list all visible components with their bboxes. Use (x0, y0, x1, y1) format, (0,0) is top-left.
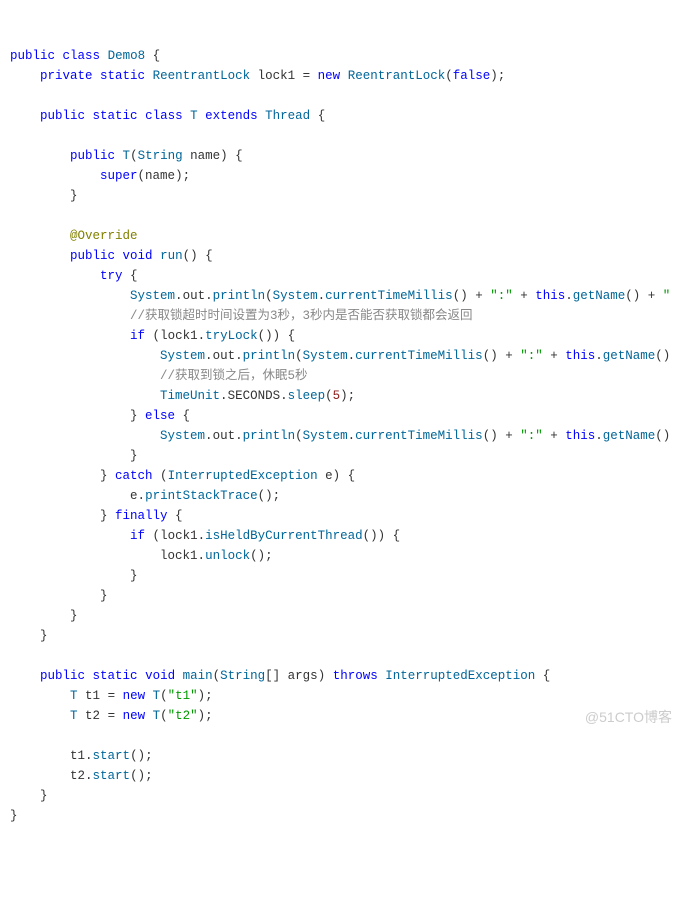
kw: public (70, 249, 115, 263)
kw: new (318, 69, 341, 83)
method: currentTimeMillis (355, 349, 483, 363)
field: out (213, 429, 236, 443)
method: tryLock (205, 329, 258, 343)
method: start (93, 749, 131, 763)
num: 5 (333, 389, 341, 403)
str: ":" (520, 429, 543, 443)
var: name (145, 169, 175, 183)
method: main (183, 669, 213, 683)
var: t2 (70, 769, 85, 783)
type: T (70, 709, 78, 723)
type: TimeUnit (160, 389, 220, 403)
type: System (303, 349, 348, 363)
kw: this (535, 289, 565, 303)
kw: new (123, 709, 146, 723)
var: t1 (85, 689, 100, 703)
type: T (153, 689, 161, 703)
var: e (130, 489, 138, 503)
kw: public (40, 669, 85, 683)
kw: public (10, 49, 55, 63)
method: printStackTrace (145, 489, 258, 503)
kw: this (565, 429, 595, 443)
str: "t1" (168, 689, 198, 703)
kw: extends (205, 109, 258, 123)
field: out (213, 349, 236, 363)
kw: throws (333, 669, 378, 683)
field: out (183, 289, 206, 303)
kw: this (565, 349, 595, 363)
comment: //获取锁超时时间设置为3秒，3秒内是否能否获取锁都会返回 (130, 309, 473, 323)
method: T (123, 149, 131, 163)
type: String (220, 669, 265, 683)
var: lock1 (258, 69, 296, 83)
annotation: @Override (70, 229, 138, 243)
type: T (190, 109, 198, 123)
str: ":" (520, 349, 543, 363)
kw: private (40, 69, 93, 83)
type: System (273, 289, 318, 303)
var: lock1 (160, 329, 198, 343)
method: getName (573, 289, 626, 303)
method: currentTimeMillis (325, 289, 453, 303)
method: getName (603, 429, 656, 443)
kw: catch (115, 469, 153, 483)
comment: //获取到锁之后，休眠5秒 (160, 369, 308, 383)
type: System (130, 289, 175, 303)
var: t1 (70, 749, 85, 763)
kw: if (130, 529, 145, 543)
type: System (160, 429, 205, 443)
type: ReentrantLock (348, 69, 446, 83)
kw: class (145, 109, 183, 123)
method: println (213, 289, 266, 303)
method: getName (603, 349, 656, 363)
type: System (160, 349, 205, 363)
var: lock1 (160, 549, 198, 563)
kw: void (123, 249, 153, 263)
method: start (93, 769, 131, 783)
field: SECONDS (228, 389, 281, 403)
type: Thread (265, 109, 310, 123)
kw: static (93, 669, 138, 683)
method: unlock (205, 549, 250, 563)
type: T (70, 689, 78, 703)
type: InterruptedException (385, 669, 535, 683)
param: args (288, 669, 318, 683)
method: isHeldByCurrentThread (205, 529, 363, 543)
type: Demo8 (108, 49, 146, 63)
kw: public (40, 109, 85, 123)
type: System (303, 429, 348, 443)
kw: super (100, 169, 138, 183)
str: ":" (490, 289, 513, 303)
kw: new (123, 689, 146, 703)
method: println (243, 349, 296, 363)
var: t2 (85, 709, 100, 723)
type: InterruptedException (168, 469, 318, 483)
method: println (243, 429, 296, 443)
kw: else (145, 409, 175, 423)
watermark: @51CTO博客 (585, 707, 672, 727)
code-block: public class Demo8 { private static Reen… (10, 46, 672, 826)
str: "t2" (168, 709, 198, 723)
var: lock1 (160, 529, 198, 543)
lit: false (453, 69, 491, 83)
var: e (325, 469, 333, 483)
method: sleep (288, 389, 326, 403)
kw: if (130, 329, 145, 343)
method: run (160, 249, 183, 263)
kw: public (70, 149, 115, 163)
type: String (138, 149, 183, 163)
kw: class (63, 49, 101, 63)
kw: finally (115, 509, 168, 523)
kw: void (145, 669, 175, 683)
type: T (153, 709, 161, 723)
kw: static (100, 69, 145, 83)
method: currentTimeMillis (355, 429, 483, 443)
type: ReentrantLock (153, 69, 251, 83)
kw: static (93, 109, 138, 123)
param: name (190, 149, 220, 163)
kw: try (100, 269, 123, 283)
